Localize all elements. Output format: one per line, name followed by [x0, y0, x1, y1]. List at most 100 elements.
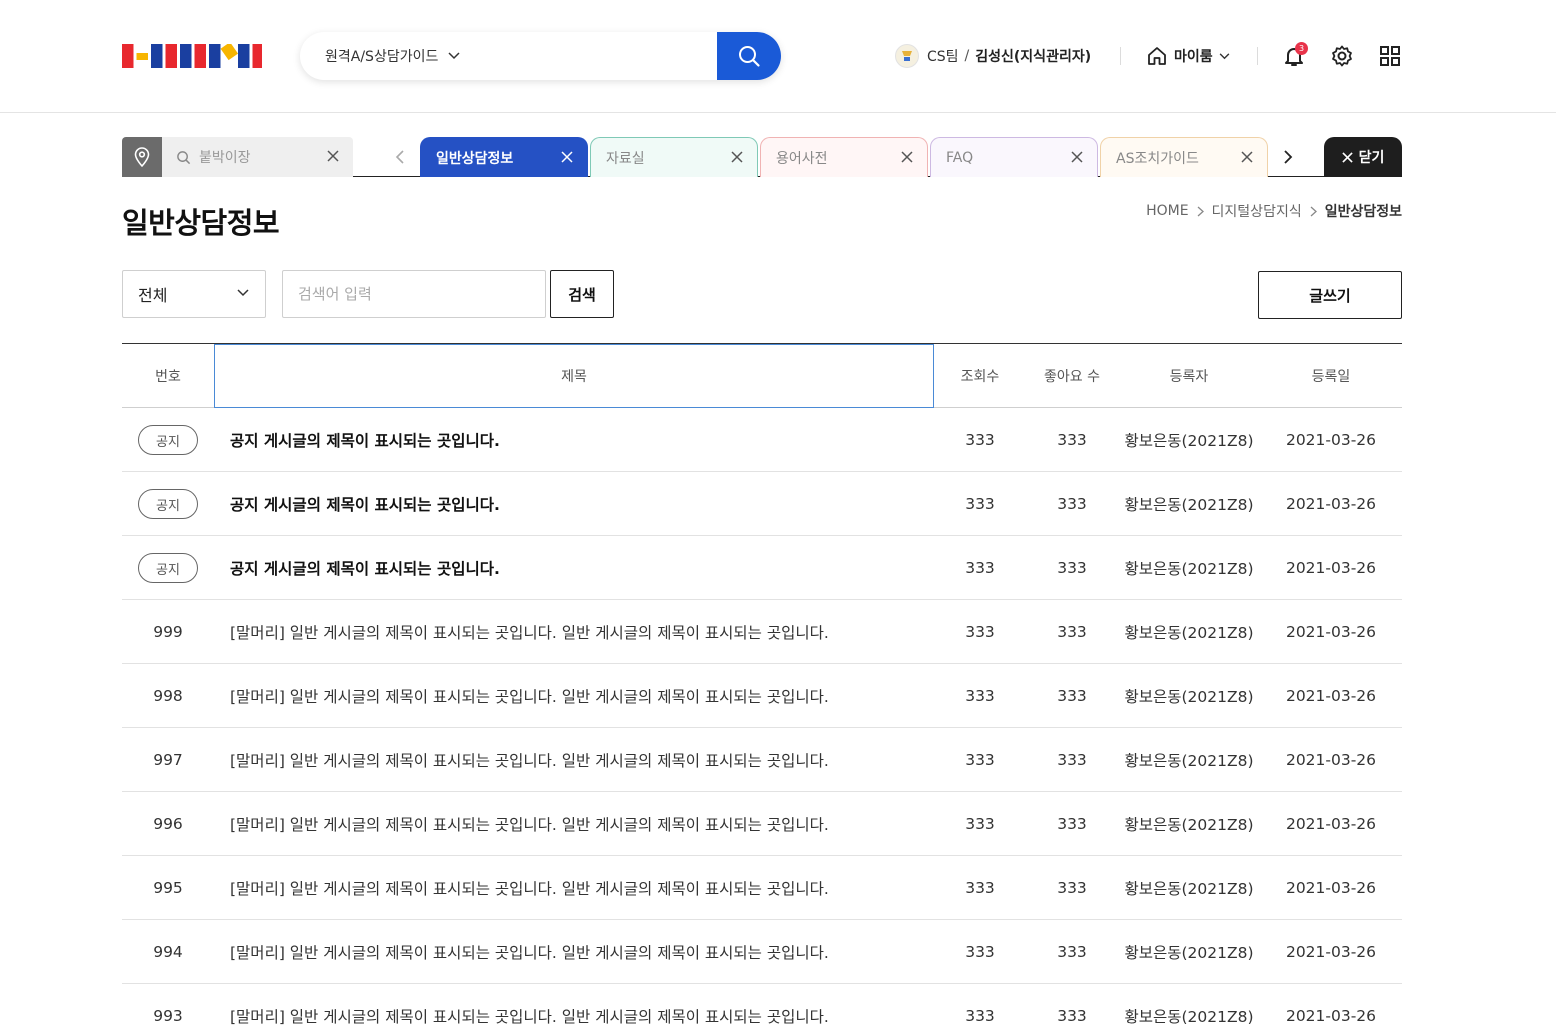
- tab-label: 자료실: [606, 150, 645, 167]
- map-pin-icon: [134, 147, 150, 168]
- tab-label: FAQ: [946, 149, 974, 166]
- user-name: 김성신(지식관리자): [975, 49, 1092, 65]
- cell-views: 333: [965, 751, 995, 769]
- brand-logo[interactable]: [122, 44, 262, 68]
- table-row[interactable]: 999 [말머리] 일반 게시글의 제목이 표시되는 곳입니다. 일반 게시글의 …: [122, 600, 1402, 664]
- logo-stripe: [136, 53, 148, 60]
- table-row[interactable]: 공지 공지 게시글의 제목이 표시되는 곳입니다. 333 333 황보은동(2021Z…: [122, 408, 1402, 472]
- settings-button[interactable]: [1330, 44, 1354, 68]
- close-icon[interactable]: [731, 151, 743, 163]
- cell-likes: 333: [1057, 943, 1087, 961]
- cell-likes: 333: [1057, 879, 1087, 897]
- notification-button[interactable]: 3: [1282, 42, 1308, 68]
- cell-title[interactable]: [말머리] 일반 게시글의 제목이 표시되는 곳입니다. 일반 게시글의 제목이…: [214, 728, 934, 792]
- global-search: 원격A/S상담가이드: [300, 32, 781, 80]
- cell-date: 2021-03-26: [1285, 687, 1377, 705]
- logo-stripe: [252, 44, 262, 68]
- cell-likes: 333: [1057, 623, 1087, 641]
- cell-likes: 333: [1057, 495, 1087, 513]
- search-button[interactable]: 검색: [550, 270, 614, 318]
- chevron-right-icon: [1310, 206, 1317, 216]
- table-row[interactable]: 996 [말머리] 일반 게시글의 제목이 표시되는 곳입니다. 일반 게시글의 …: [122, 792, 1402, 856]
- breadcrumb-section[interactable]: 디지털상담지식: [1212, 201, 1302, 221]
- logo-stripe: [209, 44, 221, 68]
- close-tabs-button[interactable]: 닫기: [1324, 137, 1402, 177]
- tab-item[interactable]: 자료실: [590, 137, 758, 177]
- cell-number: 공지: [122, 536, 214, 600]
- cell-title[interactable]: [말머리] 일반 게시글의 제목이 표시되는 곳입니다. 일반 게시글의 제목이…: [214, 856, 934, 920]
- search-category-label: 원격A/S상담가이드: [325, 49, 439, 65]
- table-row[interactable]: 공지 공지 게시글의 제목이 표시되는 곳입니다. 333 333 황보은동(2021Z…: [122, 472, 1402, 536]
- table-row[interactable]: 997 [말머리] 일반 게시글의 제목이 표시되는 곳입니다. 일반 게시글의 …: [122, 728, 1402, 792]
- table-row[interactable]: 995 [말머리] 일반 게시글의 제목이 표시되는 곳입니다. 일반 게시글의 …: [122, 856, 1402, 920]
- tab-prev-arrow-icon[interactable]: [392, 149, 408, 165]
- tab-item[interactable]: 일반상담정보: [420, 137, 588, 177]
- cell-date: 2021-03-26: [1285, 815, 1377, 833]
- logo-stripe: [220, 44, 239, 61]
- cell-date: 2021-03-26: [1285, 1007, 1377, 1025]
- cell-date: 2021-03-26: [1285, 559, 1377, 577]
- cell-title[interactable]: [말머리] 일반 게시글의 제목이 표시되는 곳입니다. 일반 게시글의 제목이…: [214, 792, 934, 856]
- cell-views: 333: [965, 815, 995, 833]
- table-row[interactable]: 998 [말머리] 일반 게시글의 제목이 표시되는 곳입니다. 일반 게시글의 …: [122, 664, 1402, 728]
- table-row[interactable]: 993 [말머리] 일반 게시글의 제목이 표시되는 곳입니다. 일반 게시글의 …: [122, 984, 1402, 1028]
- cell-title[interactable]: [말머리] 일반 게시글의 제목이 표시되는 곳입니다. 일반 게시글의 제목이…: [214, 984, 934, 1028]
- search-category-select[interactable]: 원격A/S상담가이드: [325, 46, 460, 66]
- tab-next-arrow-icon[interactable]: [1280, 149, 1296, 165]
- close-icon: [1341, 151, 1353, 163]
- tab-item[interactable]: 용어사전: [760, 137, 928, 177]
- myroom-menu[interactable]: 마이룸: [1146, 44, 1230, 68]
- close-icon[interactable]: [561, 151, 573, 163]
- write-post-button[interactable]: 글쓰기: [1258, 271, 1402, 319]
- cell-views: 333: [965, 559, 995, 577]
- cell-views: 333: [965, 495, 995, 513]
- col-header-number[interactable]: 번호: [122, 344, 214, 408]
- cell-number: 998: [153, 687, 183, 705]
- cell-title[interactable]: [말머리] 일반 게시글의 제목이 표시되는 곳입니다. 일반 게시글의 제목이…: [214, 664, 934, 728]
- tab-item[interactable]: FAQ: [930, 137, 1098, 177]
- user-separator: /: [964, 48, 970, 64]
- cell-author: 황보은동(2021Z8): [1124, 432, 1254, 450]
- cell-views: 333: [965, 1007, 995, 1025]
- cell-number: 공지: [122, 408, 214, 472]
- grid-icon: [1380, 46, 1400, 66]
- tab-bar: 붙박이장 일반상담정보 자료실 용어사전 FAQ AS조치가이드 닫기: [122, 137, 1402, 177]
- col-header-likes[interactable]: 좋아요 수: [1026, 344, 1118, 408]
- notice-badge: 공지: [138, 553, 198, 583]
- table-header: 번호 제목 조회수 좋아요 수 등록자 등록일: [122, 344, 1402, 408]
- close-icon[interactable]: [1241, 151, 1253, 163]
- col-header-title[interactable]: 제목: [214, 344, 934, 408]
- table-body: 공지 공지 게시글의 제목이 표시되는 곳입니다. 333 333 황보은동(2021Z…: [122, 408, 1402, 1028]
- breadcrumb: HOME 디지털상담지식 일반상담정보: [1146, 201, 1402, 221]
- cell-views: 333: [965, 879, 995, 897]
- col-header-views[interactable]: 조회수: [934, 344, 1026, 408]
- col-header-date[interactable]: 등록일: [1260, 344, 1402, 408]
- cell-author: 황보은동(2021Z8): [1124, 944, 1254, 962]
- close-icon[interactable]: [327, 150, 339, 162]
- pinned-location-button[interactable]: [122, 137, 162, 177]
- global-search-button[interactable]: [717, 32, 781, 80]
- apps-menu-button[interactable]: [1378, 44, 1402, 68]
- breadcrumb-home[interactable]: HOME: [1146, 203, 1188, 219]
- category-select[interactable]: 전체: [122, 270, 266, 318]
- cell-date: 2021-03-26: [1285, 943, 1377, 961]
- cell-title[interactable]: [말머리] 일반 게시글의 제목이 표시되는 곳입니다. 일반 게시글의 제목이…: [214, 920, 934, 984]
- cell-title[interactable]: 공지 게시글의 제목이 표시되는 곳입니다.: [214, 472, 934, 536]
- col-header-author[interactable]: 등록자: [1118, 344, 1260, 408]
- keyword-input[interactable]: [282, 270, 546, 318]
- tab-label: AS조치가이드: [1116, 150, 1199, 167]
- cell-date: 2021-03-26: [1285, 495, 1377, 513]
- tab-item[interactable]: AS조치가이드: [1100, 137, 1268, 177]
- notice-badge: 공지: [138, 489, 198, 519]
- pinned-search-field[interactable]: 붙박이장: [162, 137, 353, 177]
- close-icon[interactable]: [901, 151, 913, 163]
- close-icon[interactable]: [1071, 151, 1083, 163]
- cell-title[interactable]: 공지 게시글의 제목이 표시되는 곳입니다.: [214, 408, 934, 472]
- logo-stripe: [194, 44, 206, 68]
- table-row[interactable]: 공지 공지 게시글의 제목이 표시되는 곳입니다. 333 333 황보은동(2021Z…: [122, 536, 1402, 600]
- table-row[interactable]: 994 [말머리] 일반 게시글의 제목이 표시되는 곳입니다. 일반 게시글의 …: [122, 920, 1402, 984]
- cell-title[interactable]: 공지 게시글의 제목이 표시되는 곳입니다.: [214, 536, 934, 600]
- home-icon: [1148, 47, 1166, 65]
- cell-title[interactable]: [말머리] 일반 게시글의 제목이 표시되는 곳입니다. 일반 게시글의 제목이…: [214, 600, 934, 664]
- cell-author: 황보은동(2021Z8): [1124, 688, 1254, 706]
